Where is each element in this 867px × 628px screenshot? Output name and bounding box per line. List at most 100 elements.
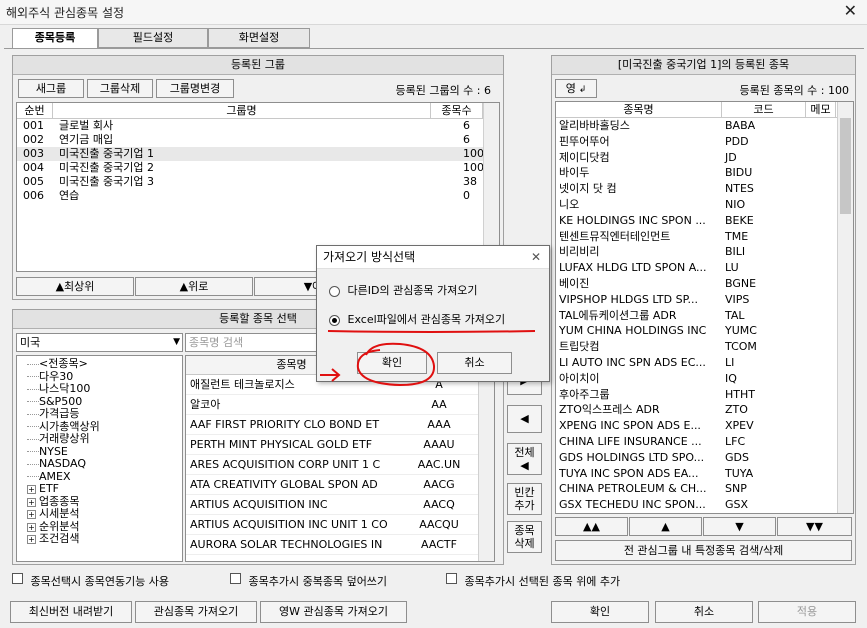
- registered-list[interactable]: 종목명 코드 메모 알리바바홀딩스 BABA 핀뚜어뚜어 PDD 제이디닷컴 JD 바이두 B…: [555, 101, 854, 514]
- registered-row[interactable]: 텐센트뮤직엔터테인먼트 TME: [556, 229, 853, 245]
- registered-row[interactable]: VIPSHOP HLDGS LTD SP... VIPS: [556, 292, 853, 308]
- registered-name: YUM CHINA HOLDINGS INC: [559, 324, 707, 338]
- new-group-button[interactable]: 새그룹: [18, 79, 84, 98]
- reg-move-up-button[interactable]: ▲: [629, 517, 702, 536]
- remove-all-button[interactable]: 전체 ◀: [507, 443, 542, 475]
- group-row[interactable]: 002 연기금 매입 6: [17, 133, 499, 147]
- registered-row[interactable]: XPENG INC SPON ADS E... XPEV: [556, 418, 853, 434]
- group-row[interactable]: 006 연습 0: [17, 189, 499, 203]
- registered-row[interactable]: 핀뚜어뚜어 PDD: [556, 134, 853, 150]
- delete-group-button[interactable]: 그룹삭제: [87, 79, 153, 98]
- tree-connector: [27, 376, 39, 377]
- stock-list-scrollbar[interactable]: [478, 356, 494, 561]
- dialog-cancel-button[interactable]: 취소: [437, 352, 512, 374]
- option-overwrite[interactable]: 종목추가시 중복종목 덮어쓰기: [230, 573, 387, 589]
- registered-row[interactable]: 베이진 BGNE: [556, 276, 853, 292]
- scroll-thumb[interactable]: [840, 118, 851, 214]
- group-row[interactable]: 004 미국진출 중국기업 2 100: [17, 161, 499, 175]
- search-all-groups-button[interactable]: 전 관심그룹 내 특정종목 검색/삭제: [555, 540, 852, 561]
- expand-icon[interactable]: +: [27, 510, 36, 519]
- registered-row[interactable]: 넷이지 닷 컴 NTES: [556, 181, 853, 197]
- other-id-radio[interactable]: [329, 285, 340, 297]
- registered-scrollbar[interactable]: [837, 102, 853, 513]
- add-blank-button[interactable]: 빈칸 추가: [507, 483, 542, 515]
- stock-row[interactable]: 알코아 AA: [186, 395, 494, 415]
- registered-row[interactable]: LUFAX HLDG LTD SPON A... LU: [556, 260, 853, 276]
- option-other-id[interactable]: 다른ID의 관심종목 가져오기: [329, 282, 478, 298]
- move-up-button[interactable]: ▲위로: [135, 277, 253, 296]
- import-w-watchlist-button[interactable]: 영W 관심종목 가져오기: [260, 601, 407, 623]
- ok-button[interactable]: 확인: [551, 601, 649, 623]
- registered-row[interactable]: ZTO익스프레스 ADR ZTO: [556, 402, 853, 418]
- import-watchlist-button[interactable]: 관심종목 가져오기: [135, 601, 257, 623]
- registered-row[interactable]: LI AUTO INC SPN ADS EC... LI: [556, 355, 853, 371]
- sort-button[interactable]: 영 ↲: [555, 79, 597, 98]
- tree-item-label: 업종종목: [39, 494, 80, 508]
- tree-connector: [27, 363, 39, 365]
- option-link[interactable]: 종목선택시 종목연동기능 사용: [12, 573, 169, 589]
- stock-row[interactable]: AURORA SOLAR TECHNOLOGIES IN AACTF: [186, 535, 494, 555]
- overwrite-checkbox[interactable]: [230, 573, 241, 584]
- tab-field-settings[interactable]: 필드설정: [98, 28, 208, 48]
- tab-screen-settings[interactable]: 화면설정: [208, 28, 310, 48]
- stock-row[interactable]: ARTIUS ACQUISITION INC AACQ: [186, 495, 494, 515]
- registered-row[interactable]: 바이두 BIDU: [556, 165, 853, 181]
- registered-row[interactable]: KE HOLDINGS INC SPON ... BEKE: [556, 213, 853, 229]
- dialog-ok-button[interactable]: 확인: [357, 352, 427, 374]
- category-tree[interactable]: <전종목> 다우30 나스닥100 S&P500 가격급등 시가총액상위 거래량상위 NYSE…: [16, 355, 183, 562]
- registered-name: 제이디닷컴: [559, 150, 610, 164]
- stock-row[interactable]: AAF FIRST PRIORITY CLO BOND ET AAA: [186, 415, 494, 435]
- registered-row[interactable]: CHINA PETROLEUM & CH... SNP: [556, 481, 853, 497]
- option-excel[interactable]: Excel파일에서 관심종목 가져오기: [329, 311, 505, 327]
- registered-row[interactable]: 알리바바홀딩스 BABA: [556, 118, 853, 134]
- tree-item[interactable]: + 조건검색: [27, 532, 182, 546]
- expand-icon[interactable]: +: [27, 535, 36, 544]
- apply-button[interactable]: 적용: [758, 601, 856, 623]
- registered-row[interactable]: 제이디닷컴 JD: [556, 150, 853, 166]
- insert-above-checkbox[interactable]: [446, 573, 457, 584]
- dialog-close-icon[interactable]: ✕: [531, 246, 541, 268]
- registered-row[interactable]: TAL에듀케이션그룹 ADR TAL: [556, 308, 853, 324]
- close-icon[interactable]: ✕: [844, 1, 857, 20]
- group-row[interactable]: 001 글로벌 회사 6: [17, 119, 499, 133]
- market-select[interactable]: 미국 ▼: [16, 333, 183, 352]
- stock-row[interactable]: ARES ACQUISITION CORP UNIT 1 C AAC.UN: [186, 455, 494, 475]
- registered-row[interactable]: CHINA LIFE INSURANCE ... LFC: [556, 434, 853, 450]
- reg-move-top-button[interactable]: ▲▲: [555, 517, 628, 536]
- move-top-button[interactable]: ▲최상위: [16, 277, 134, 296]
- expand-icon[interactable]: +: [27, 497, 36, 507]
- registered-row[interactable]: 트립닷컴 TCOM: [556, 339, 853, 355]
- group-row[interactable]: 003 미국진출 중국기업 1 100: [17, 147, 499, 161]
- rename-group-button[interactable]: 그룹명변경: [156, 79, 234, 98]
- registered-row[interactable]: GDS HOLDINGS LTD SPO... GDS: [556, 450, 853, 466]
- tree-connector: [27, 426, 39, 427]
- registered-panel: [미국진출 중국기업 1]의 등록된 종목 영 ↲ 등록된 종목의 수 : 10…: [551, 55, 856, 565]
- excel-radio[interactable]: [329, 314, 340, 326]
- registered-row[interactable]: TUYA INC SPON ADS EA... TUYA: [556, 466, 853, 482]
- reg-move-down-button[interactable]: ▼: [703, 517, 776, 536]
- reg-move-bottom-button[interactable]: ▼▼: [777, 517, 852, 536]
- cancel-button[interactable]: 취소: [655, 601, 753, 623]
- download-latest-button[interactable]: 최신버전 내려받기: [10, 601, 132, 623]
- group-name: 연습: [59, 189, 80, 202]
- stock-list[interactable]: 종목명 애질런트 테크놀로지스 A 알코아 AA AAF FIRST PRIORITY …: [185, 355, 495, 562]
- group-row[interactable]: 005 미국진출 중국기업 3 38: [17, 175, 499, 189]
- tab-register[interactable]: 종목등록: [12, 28, 98, 49]
- stock-row[interactable]: ATA CREATIVITY GLOBAL SPON AD AACG: [186, 475, 494, 495]
- delete-item-button[interactable]: 종목 삭제: [507, 521, 542, 553]
- remove-item-button[interactable]: ◀: [507, 405, 542, 433]
- stock-row[interactable]: PERTH MINT PHYSICAL GOLD ETF AAAU: [186, 435, 494, 455]
- registered-row[interactable]: 니오 NIO: [556, 197, 853, 213]
- link-checkbox[interactable]: [12, 573, 23, 584]
- registered-row[interactable]: YUM CHINA HOLDINGS INC YUMC: [556, 323, 853, 339]
- registered-row[interactable]: 아이치이 IQ: [556, 371, 853, 387]
- registered-row[interactable]: GSX TECHEDU INC SPON... GSX: [556, 497, 853, 513]
- expand-icon[interactable]: +: [27, 485, 36, 494]
- expand-icon[interactable]: +: [27, 522, 36, 532]
- registered-name: CHINA PETROLEUM & CH...: [559, 482, 707, 496]
- registered-row[interactable]: 후아주그룹 HTHT: [556, 387, 853, 403]
- stock-row[interactable]: ARTIUS ACQUISITION INC UNIT 1 CO AACQU: [186, 515, 494, 535]
- registered-row[interactable]: 비리비리 BILI: [556, 244, 853, 260]
- option-insert-above[interactable]: 종목추가시 선택된 종목 위에 추가: [446, 573, 620, 589]
- registered-name: XPENG INC SPON ADS E...: [559, 419, 701, 433]
